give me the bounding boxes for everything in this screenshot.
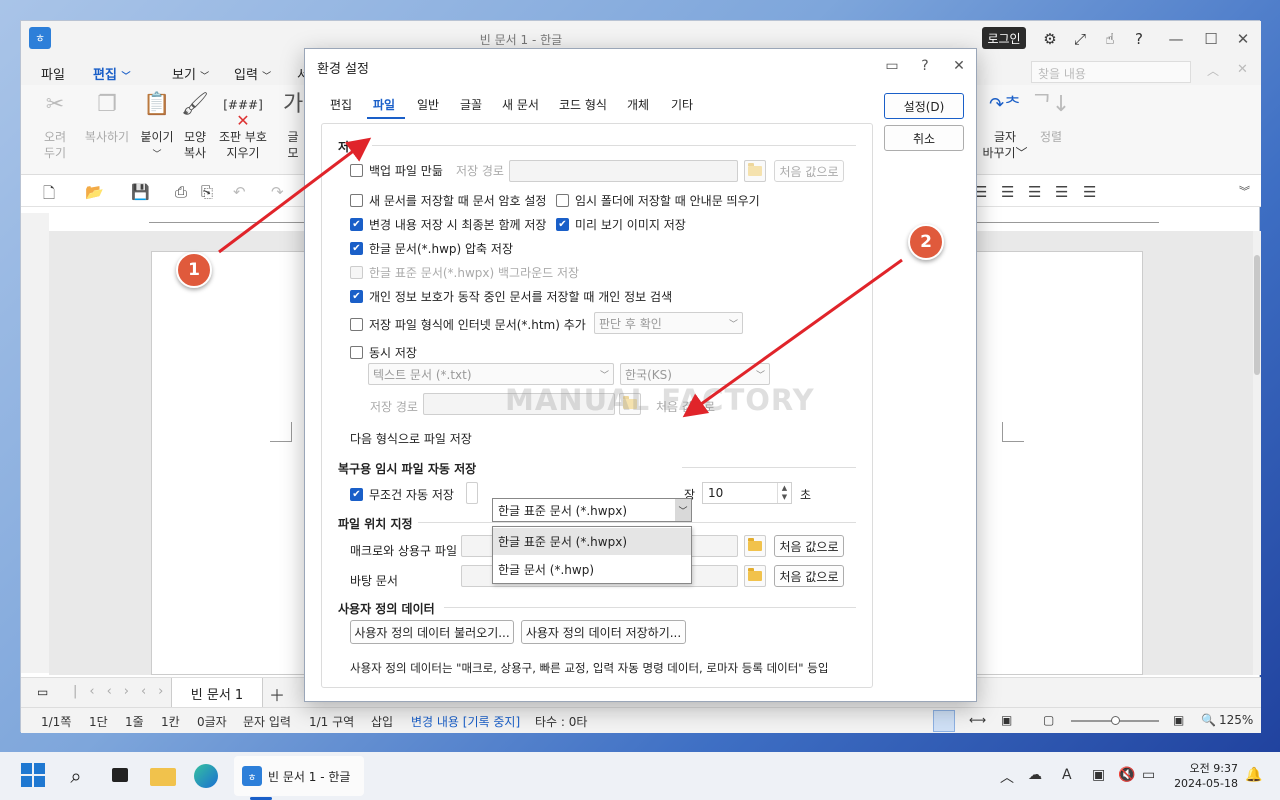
- sound-muted-icon[interactable]: 🔇: [1118, 767, 1135, 783]
- tray-chevron-icon[interactable]: ︿: [1000, 767, 1014, 787]
- clock-time[interactable]: 오전 9:37: [1176, 760, 1238, 776]
- input-method-icon[interactable]: A: [1062, 767, 1072, 783]
- edge-browser-icon[interactable]: [194, 762, 222, 790]
- hangul-app-icon: ㅎ: [242, 766, 262, 786]
- task-view-icon[interactable]: [106, 762, 134, 790]
- arrow-1: [218, 137, 372, 254]
- battery-icon[interactable]: ▭: [1142, 767, 1155, 783]
- taskbar-hangul-app[interactable]: ㅎ 빈 문서 1 - 한글: [234, 756, 364, 796]
- taskbar: ⌕ ㅎ 빈 문서 1 - 한글 ︿ ☁ A ▣ 🔇 ▭ 오전 9:37 2024…: [0, 752, 1280, 800]
- annotation-arrows: [218, 137, 903, 418]
- taskbar-app-label: 빈 문서 1 - 한글: [268, 769, 351, 784]
- device-icon[interactable]: ▣: [1092, 767, 1105, 783]
- clock-date[interactable]: 2024-05-18: [1172, 777, 1238, 790]
- file-explorer-icon[interactable]: [150, 762, 178, 790]
- network-off-icon[interactable]: ☁: [1028, 767, 1042, 783]
- search-icon[interactable]: ⌕: [62, 762, 90, 790]
- arrow-2: [682, 258, 903, 418]
- notification-bell-icon[interactable]: 🔔: [1245, 767, 1262, 783]
- callout-badge-2: 2: [908, 224, 944, 260]
- windows-start-icon[interactable]: [20, 762, 48, 790]
- callout-badge-1: 1: [176, 252, 212, 288]
